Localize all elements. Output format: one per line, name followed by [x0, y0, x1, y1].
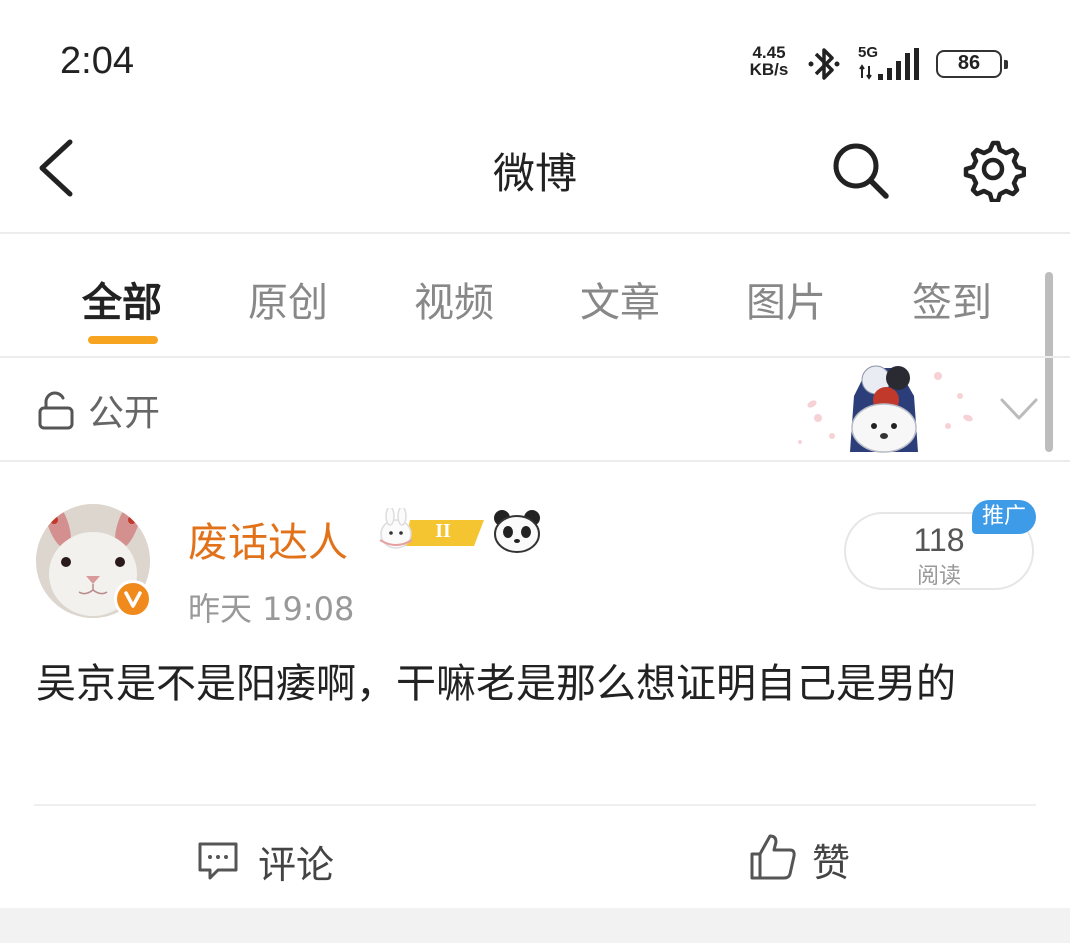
network-speed-value: 4.45: [752, 43, 786, 62]
verified-badge: [114, 580, 152, 618]
comment-icon: [198, 842, 238, 880]
action-divider: [34, 804, 1036, 806]
bluetooth-icon: [808, 48, 840, 80]
panda-icon[interactable]: [492, 508, 542, 554]
post-text: 吴京是不是阳痿啊，干嘛老是那么想证明自己是男的: [36, 661, 956, 707]
visibility-label: 公开: [88, 393, 161, 434]
tab-original[interactable]: 原创: [248, 270, 328, 328]
comment-button[interactable]: 评论: [196, 834, 346, 887]
expand-button[interactable]: [996, 390, 1042, 434]
search-button[interactable]: [826, 136, 896, 210]
verified-v-icon: [124, 591, 142, 608]
page-title: 微博: [492, 149, 577, 198]
comment-label: 评论: [258, 843, 335, 887]
search-icon: [833, 143, 889, 199]
gear-icon: [963, 140, 1027, 204]
lock-open-icon: [38, 391, 74, 430]
read-count-label: 阅读: [916, 564, 961, 589]
signal-bars-icon: [859, 48, 919, 80]
like-button[interactable]: 赞: [748, 832, 868, 885]
user-rank-badge[interactable]: II: [376, 508, 488, 554]
post-timestamp: 昨天 19:08: [188, 590, 355, 628]
promotion-tag[interactable]: 推广: [972, 500, 1036, 534]
author-name[interactable]: 废话达人: [188, 510, 348, 568]
network-speed-unit: KB/s: [749, 60, 789, 79]
like-label: 赞: [812, 841, 851, 885]
tab-video[interactable]: 视频: [414, 270, 494, 328]
network-speed: 4.45 KB/s: [742, 44, 796, 78]
tab-images[interactable]: 图片: [746, 270, 826, 328]
rank-badge-label: II: [435, 520, 451, 542]
scrollbar[interactable]: [1045, 272, 1053, 452]
tab-article[interactable]: 文章: [580, 270, 660, 328]
feed-separator: [0, 908, 1070, 943]
thumbs-up-icon: [750, 834, 796, 880]
signal-icon: 5G: [856, 44, 926, 84]
battery-indicator: 86: [936, 50, 1008, 78]
active-tab-indicator: [88, 336, 158, 344]
tab-checkin[interactable]: 签到: [912, 270, 992, 328]
decorative-banner-art: [798, 365, 973, 453]
tab-all[interactable]: 全部: [82, 270, 162, 328]
settings-button[interactable]: [960, 136, 1027, 206]
nav-divider: [0, 232, 1070, 234]
status-time: 2:04: [60, 40, 134, 82]
chevron-down-icon: [1000, 398, 1038, 420]
visibility-divider: [0, 460, 1070, 462]
